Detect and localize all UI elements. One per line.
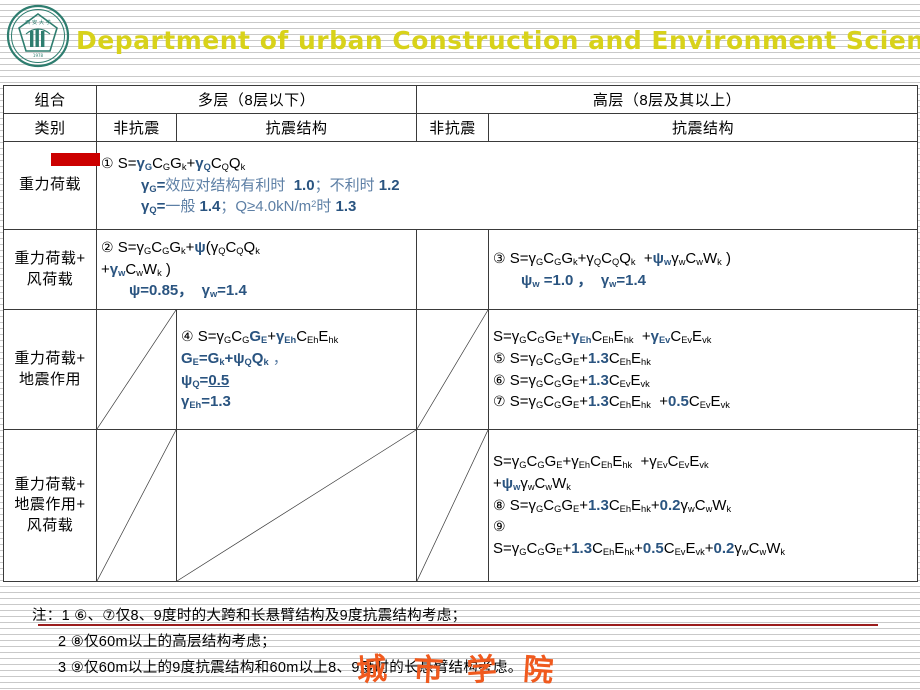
table-row-gravity: 重力荷载 ① S=γGCGGk+γQCQQk γG=效应对结构有利时 1.0；不… (3, 141, 918, 230)
table-header-row-1: 组合 多层（8层以下） 高层（8层及其以上） (3, 85, 918, 114)
table-header-row-2: 类别 非抗震 抗震结构 非抗震 抗震结构 (3, 113, 918, 142)
formula-line: ⑤ S=γGCGGE+1.3CEhEhk (493, 349, 651, 367)
table-row-gravity-seismic: 重力荷载+ 地震作用 ④ S=γGCGGE+γEhCEhEhk GE=Gk+ψQQ… (3, 309, 918, 430)
cell-highrise-nonseismic-gravity-seismic (416, 309, 489, 430)
header-divider (70, 70, 920, 72)
formula-line: ④ S=γGCGGE+γEhCEhEhk (181, 328, 339, 346)
diagonal-strike-icon (177, 430, 416, 581)
row-category-gravity-seismic-wind: 重力荷载+ 地震作用+ 风荷载 (3, 429, 97, 582)
diagonal-strike-icon (97, 310, 176, 429)
formula-line: S=γGCGGE+γEhCEhEhk +γEvCEvEvk (493, 453, 709, 471)
table-row-gravity-wind: 重力荷载+ 风荷载 ② S=γGCGGk+ψ(γQCQQk +γwCwWk ) ψ… (3, 229, 918, 310)
formula-line: ⑦ S=γGCGGE+1.3CEhEhk +0.5CEvEvk (493, 393, 730, 411)
header-cell-category-2: 类别 (3, 113, 97, 142)
row-formula-gravity-seismic-lowrise: ④ S=γGCGGE+γEhCEhEhk GE=Gk+ψQQk ， ψQ=0.5… (176, 309, 417, 430)
header-cell-group-highrise: 高层（8层及其以上） (416, 85, 918, 114)
red-highlight-marker (51, 153, 100, 166)
formula-line: γQ=一般 1.4；Q≥4.0kN/m2时 1.3 (141, 198, 357, 216)
footnote-2: 2 ⑧仅60m以上的高层结构考虑； (58, 634, 276, 650)
header-cell-highrise-nonseismic: 非抗震 (416, 113, 489, 142)
row-category-gravity: 重力荷载 (3, 141, 100, 230)
row-formula-gravity-seismic-highrise: S=γGCGGE+γEhCEhEhk +γEvCEvEvk ⑤ S=γGCGGE… (488, 309, 918, 430)
formula-line: ψ=0.85， γw=1.4 (129, 282, 247, 300)
header-cell-lowrise-nonseismic: 非抗震 (96, 113, 177, 142)
cell-highrise-nonseismic-gravity-wind (416, 229, 489, 310)
formula-line: +ψwγwCwWk (493, 474, 571, 492)
diagonal-strike-icon (417, 430, 488, 581)
formula-line: γG=效应对结构有利时 1.0；不利时 1.2 (141, 176, 400, 194)
footnote-3: 3 ⑨仅60m以上的9度抗震结构和60m以上8、9度时的长悬臂结构考虑。 (58, 660, 523, 676)
svg-text:院: 院 (522, 652, 554, 689)
cell-lowrise-nonseismic-gravity-seismic (96, 309, 177, 430)
row-formula-gsw-highrise: S=γGCGGE+γEhCEhEhk +γEvCEvEvk +ψwγwCwWk … (488, 429, 918, 582)
svg-text:1978: 1978 (33, 53, 44, 58)
formula-line: ① S=γGCGGk+γQCQQk (101, 154, 246, 172)
diagonal-strike-icon (417, 310, 488, 429)
page-title: Department of urban Construction and Env… (76, 26, 920, 55)
formula-line: ψQ=0.5 (181, 371, 230, 389)
cell-lowrise-nonseismic-gsw (96, 429, 177, 582)
row-category-gravity-seismic: 重力荷载+ 地震作用 (3, 309, 97, 430)
header-cell-group-lowrise: 多层（8层以下） (96, 85, 417, 114)
row-category-gravity-wind: 重力荷载+ 风荷载 (3, 229, 97, 310)
cell-lowrise-seismic-gsw (176, 429, 417, 582)
formula-line: ψw =1.0 ， γw=1.4 (521, 271, 647, 289)
svg-text:西 安 大 学: 西 安 大 学 (25, 18, 51, 26)
formula-line: γEh=1.3 (181, 393, 231, 411)
cell-highrise-nonseismic-gsw (416, 429, 489, 582)
formula-line: S=γGCGGE+1.3CEhEhk+0.5CEvEvk+0.2γwCwWk (493, 540, 786, 558)
row-formula-gravity: ① S=γGCGGk+γQCQQk γG=效应对结构有利时 1.0；不利时 1.… (96, 141, 918, 230)
formula-line: ③ S=γGCGGk+γQCQQk +ψwγwCwWk ) (493, 249, 731, 267)
formula-line: ② S=γGCGGk+ψ(γQCQQk (101, 238, 260, 256)
formula-line: GE=Gk+ψQQk ， (181, 349, 288, 367)
page-header: 西 安 大 学 1978 Department of urban Constru… (0, 0, 920, 72)
university-seal-logo: 西 安 大 学 1978 (6, 4, 70, 68)
formula-line: ⑥ S=γGCGGE+1.3CEvEvk (493, 371, 650, 389)
header-cell-highrise-seismic: 抗震结构 (488, 113, 918, 142)
footnote-1: 注：1 ⑥、⑦仅8、9度时的大跨和长悬臂结构及9度抗震结构考虑； (32, 608, 467, 624)
load-combination-table: 组合 多层（8层以下） 高层（8层及其以上） 类别 非抗震 抗震结构 非抗震 抗… (3, 85, 918, 582)
row-formula-gravity-wind-highrise: ③ S=γGCGGk+γQCQQk +ψwγwCwWk ) ψw =1.0 ， … (488, 229, 918, 310)
formula-line: ⑧ S=γGCGGE+1.3CEhEhk+0.2γwCwWk (493, 496, 732, 514)
formula-line: +γwCwWk ) (101, 260, 171, 278)
diagonal-strike-icon (97, 430, 176, 581)
row-formula-gravity-wind-lowrise: ② S=γGCGGk+ψ(γQCQQk +γwCwWk ) ψ=0.85， γw… (96, 229, 417, 310)
header-cell-lowrise-seismic: 抗震结构 (176, 113, 417, 142)
formula-line: ⑨ (493, 518, 506, 535)
table-row-gravity-seismic-wind: 重力荷载+ 地震作用+ 风荷载 S=γGCGGE+γEhCEhEhk +γEvC… (3, 429, 918, 582)
header-cell-category-1: 组合 (3, 85, 97, 114)
formula-line: S=γGCGGE+γEhCEhEhk +γEvCEvEvk (493, 328, 712, 346)
